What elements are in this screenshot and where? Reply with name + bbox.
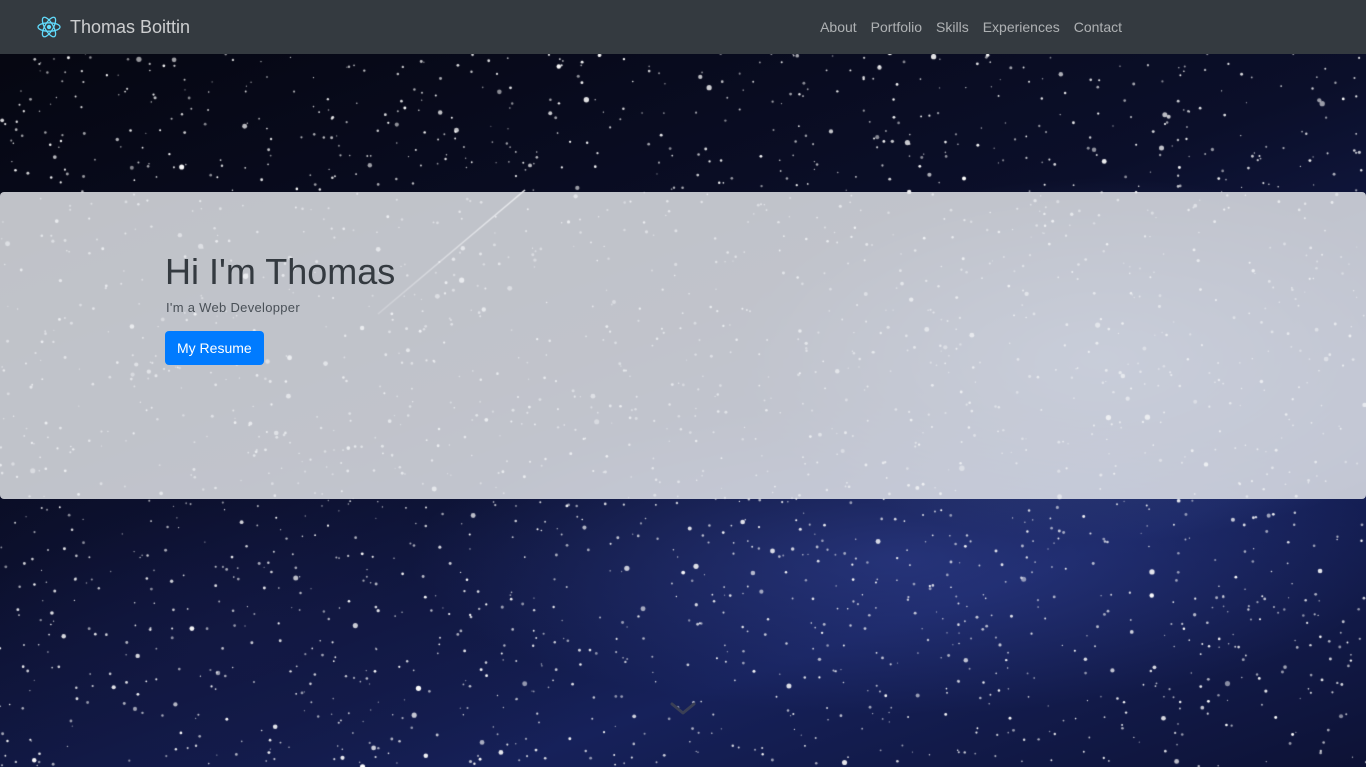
nav-link-about[interactable]: About	[820, 15, 857, 39]
hero-panel: Hi I'm Thomas I'm a Web Developper My Re…	[0, 192, 1366, 499]
nav-links: About Portfolio Skills Experiences Conta…	[820, 0, 1122, 54]
chevron-down-icon[interactable]	[669, 698, 697, 718]
resume-button[interactable]: My Resume	[165, 331, 264, 365]
hero-subtitle: I'm a Web Developper	[166, 300, 300, 315]
brand-name: Thomas Boittin	[70, 16, 191, 37]
nav-link-experiences[interactable]: Experiences	[983, 15, 1060, 39]
hero-title: Hi I'm Thomas	[165, 251, 396, 292]
nav-link-contact[interactable]: Contact	[1074, 15, 1122, 39]
brand-link[interactable]: Thomas Boittin	[36, 12, 190, 42]
hero-content: Hi I'm Thomas I'm a Web Developper My Re…	[165, 250, 395, 365]
nav-link-portfolio[interactable]: Portfolio	[871, 15, 922, 39]
react-atom-icon	[37, 16, 61, 38]
navbar: Thomas Boittin About Portfolio Skills Ex…	[0, 0, 1366, 54]
nav-link-skills[interactable]: Skills	[936, 15, 969, 39]
